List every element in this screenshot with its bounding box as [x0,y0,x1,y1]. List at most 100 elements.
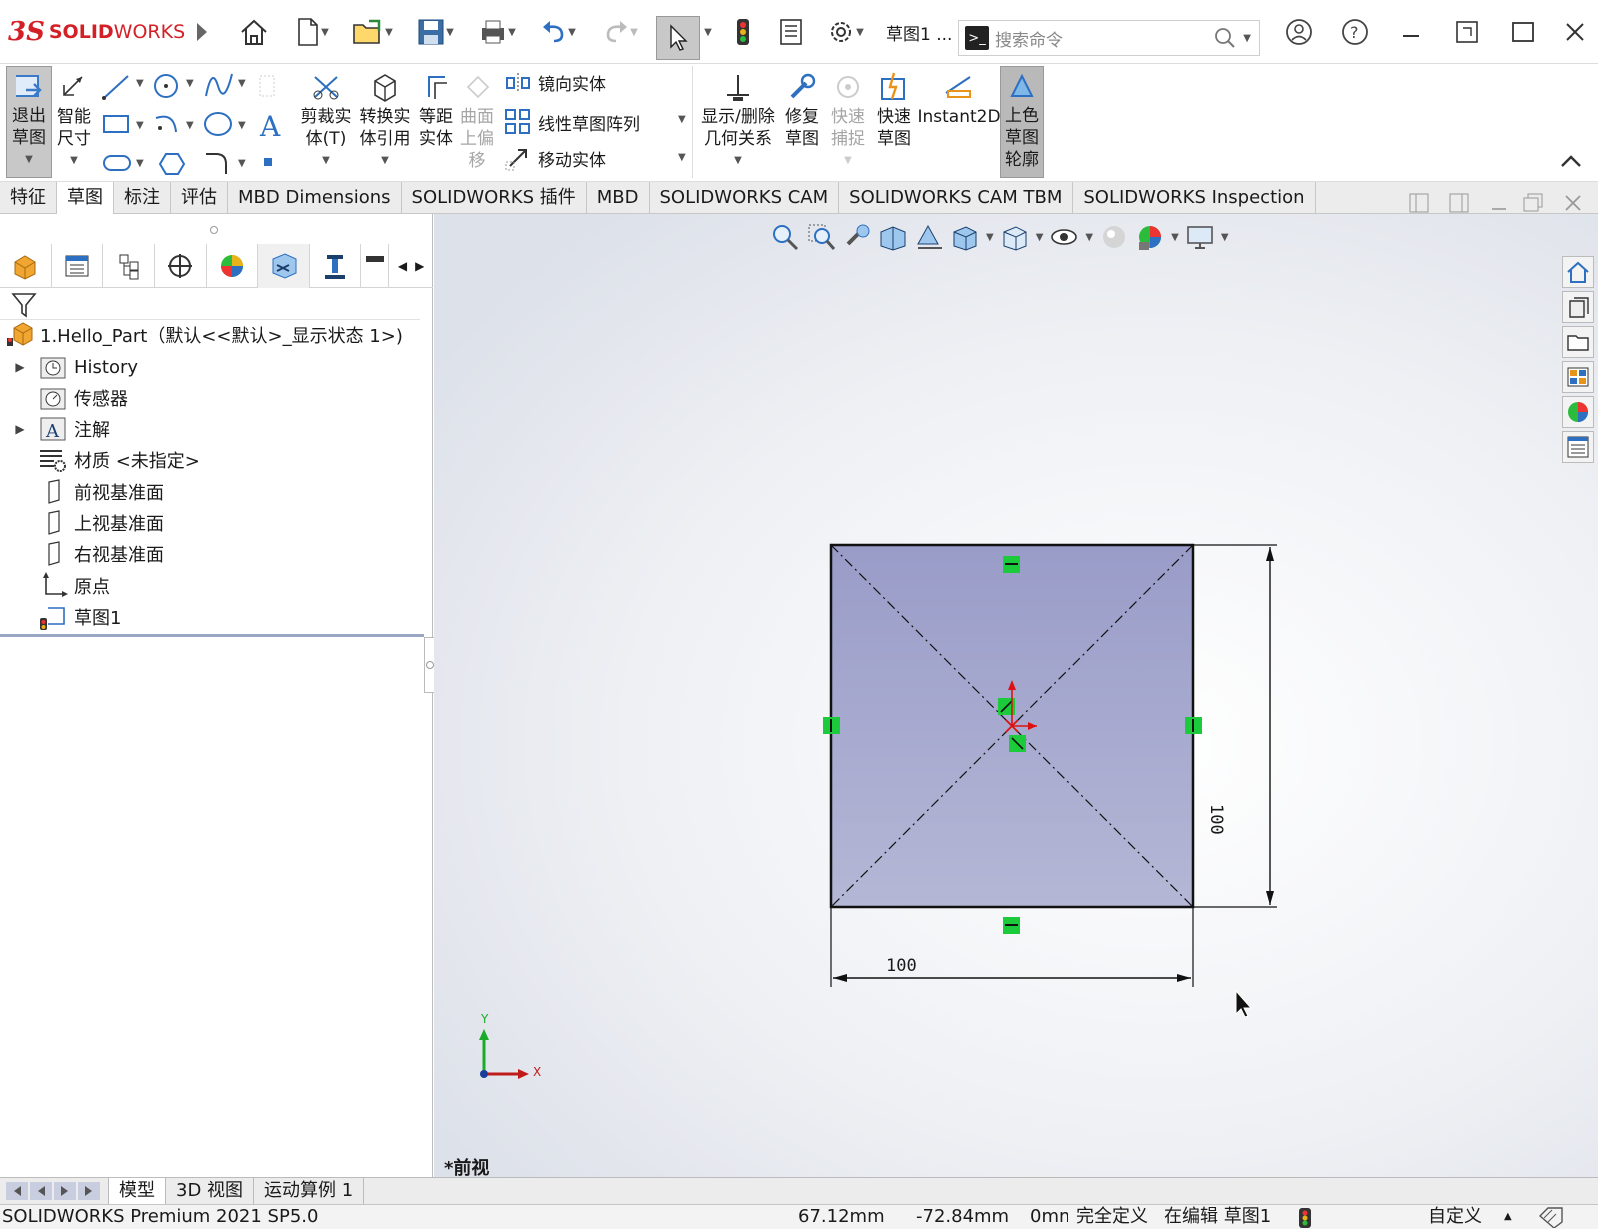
close-window-icon[interactable] [1560,14,1590,50]
cam-operation-tree-tab-icon[interactable] [310,243,362,288]
home-icon[interactable] [236,14,272,50]
horizontal-dimension-value[interactable]: 100 [886,956,917,976]
vertical-dimension-value[interactable]: 100 [1206,804,1226,835]
move-dropdown-icon[interactable]: ▼ [678,152,686,163]
tab-model[interactable]: 模型 [109,1178,166,1204]
search-icon[interactable] [1213,26,1237,50]
tab-scroll-buttons[interactable] [0,1178,109,1204]
trim-entities-button[interactable]: 剪裁实 体(T) ▼ [300,68,352,172]
restore-window-icon[interactable] [1450,14,1484,50]
tab-mbd[interactable]: MBD [587,182,650,214]
tree-item-right-plane[interactable]: 右视基准面 [0,539,164,569]
tree-item-material[interactable]: 材质 <未指定> [0,445,200,475]
options-gear-icon[interactable]: ▼ [820,14,870,50]
search-dropdown-icon[interactable]: ▼ [1243,33,1251,44]
tab-sketch[interactable]: 草图 [57,182,114,214]
displaymanager-tab-icon[interactable] [207,243,259,288]
vertical-relation-icon[interactable] [823,717,840,734]
tree-item-history[interactable]: ▶ History [0,352,138,382]
rapid-sketch-button[interactable]: 快速 草图 [874,68,914,150]
save-button[interactable]: ▼ [410,14,460,50]
polygon-icon[interactable] [158,153,186,175]
rebuild-traffic-light-icon[interactable] [728,14,758,50]
tree-item-origin[interactable]: 原点 [0,571,110,601]
expand-history-icon[interactable]: ▶ [12,360,28,374]
configurationmanager-tab-icon[interactable] [103,243,155,288]
propertymanager-tab-icon[interactable] [52,243,104,288]
tab-motion-study-1[interactable]: 运动算例 1 [254,1178,365,1204]
repair-sketch-button[interactable]: 修复 草图 [782,68,822,150]
filter-icon[interactable] [10,290,40,320]
open-document-button[interactable]: ▼ [346,14,398,50]
tree-item-sensors[interactable]: 传感器 [0,383,128,413]
rebuild-status-icon[interactable] [1298,1207,1312,1229]
horizontal-relation-icon[interactable] [1003,556,1020,573]
exit-sketch-button[interactable]: 退出 草图 ▼ [6,66,52,178]
circle-icon[interactable] [154,74,178,98]
tab-features[interactable]: 特征 [0,182,57,214]
slot-icon[interactable] [103,155,131,171]
tree-root-part[interactable]: 1.Hello_Part（默认<<默认>_显示状态 1>) [0,320,403,350]
svg-text:▼: ▼ [136,158,144,169]
line-icon[interactable] [102,75,129,100]
sketch-status: 完全定义 [1076,1206,1148,1227]
print-button[interactable]: ▼ [472,14,522,50]
featuremanager-tab-icon[interactable] [0,243,52,288]
tab-solidworks-inspection[interactable]: SOLIDWORKS Inspection [1073,182,1316,214]
expand-annotations-icon[interactable]: ▶ [12,422,28,436]
search-input[interactable]: 搜索命令 [995,26,1213,51]
instant2d-button[interactable]: Instant2D [917,68,1001,128]
ellipse-icon[interactable] [204,112,232,136]
tab-solidworks-addins[interactable]: SOLIDWORKS 插件 [402,182,587,214]
panel-splitter-handle[interactable] [210,226,218,234]
horizontal-relation-icon[interactable] [1003,917,1020,934]
pattern-dropdown-icon[interactable]: ▼ [678,114,686,125]
maximize-window-icon[interactable] [1506,14,1540,50]
cam-tools-tab-icon[interactable] [361,243,390,288]
help-icon[interactable]: ? [1338,14,1372,50]
tab-evaluate[interactable]: 评估 [171,182,228,214]
spline-icon[interactable] [205,73,233,97]
minimize-window-icon[interactable] [1394,14,1428,50]
shaded-sketch-contours-button[interactable]: 上色 草图 轮廓 [1000,66,1044,178]
tags-icon[interactable] [1536,1206,1566,1229]
coincident-relation-icon[interactable] [1009,735,1026,752]
file-properties-icon[interactable] [774,14,808,50]
move-entities-button[interactable]: 移动实体 [504,144,606,172]
select-dropdown-icon[interactable]: ▼ [700,14,716,50]
smart-dimension-button[interactable]: 智能 尺寸 ▼ [54,68,94,172]
undo-button[interactable]: ▼ [532,14,584,50]
new-document-button[interactable]: ▼ [288,14,336,50]
dimxpertmanager-tab-icon[interactable] [155,243,207,288]
select-button[interactable] [656,16,700,60]
unit-system[interactable]: 自定义 [1428,1205,1482,1229]
tab-markup[interactable]: 标注 [114,182,171,214]
tab-3d-views[interactable]: 3D 视图 [166,1178,255,1204]
tab-mbd-dimensions[interactable]: MBD Dimensions [228,182,402,214]
convert-entities-button[interactable]: 转换实 体引用 ▼ [358,68,412,172]
vertical-relation-icon[interactable] [1185,717,1202,734]
arc-icon[interactable] [155,115,177,133]
user-account-icon[interactable] [1282,14,1316,50]
rectangle-icon[interactable] [103,115,129,133]
tree-item-front-plane[interactable]: 前视基准面 [0,477,164,507]
tree-item-sketch1[interactable]: 草图1 [0,602,121,632]
search-commands-box[interactable]: >_ 搜索命令 ▼ [958,20,1260,56]
display-delete-relations-button[interactable]: 显示/删除 几何关系 ▼ [700,68,776,172]
tab-scroll-arrows[interactable]: ◀ ▶ [389,244,433,288]
plane-icon [38,479,68,505]
cam-feature-tree-tab-icon[interactable] [258,243,310,288]
tree-item-top-plane[interactable]: 上视基准面 [0,508,164,538]
offset-entities-button[interactable]: 等距 实体 [416,68,456,150]
linear-sketch-pattern-button[interactable]: 线性草图阵列 [504,108,640,136]
unit-system-dropdown-icon[interactable]: ▲ [1504,1205,1512,1229]
fillet-icon[interactable] [206,153,227,174]
collapse-ribbon-icon[interactable] [1560,152,1582,172]
solidworks-logo[interactable]: 3S SOLIDWORKS [8,14,185,50]
mirror-entities-button[interactable]: 镜向实体 [504,70,606,95]
tab-solidworks-cam-tbm[interactable]: SOLIDWORKS CAM TBM [839,182,1074,214]
menu-expand-icon[interactable] [190,14,214,50]
tab-solidworks-cam[interactable]: SOLIDWORKS CAM [650,182,840,214]
graphics-area[interactable]: ▼ ▼ ▼ ▼ ▼ 100 100 Y X *前视 [434,214,1598,1179]
tree-item-annotations[interactable]: ▶ A 注解 [0,414,110,444]
